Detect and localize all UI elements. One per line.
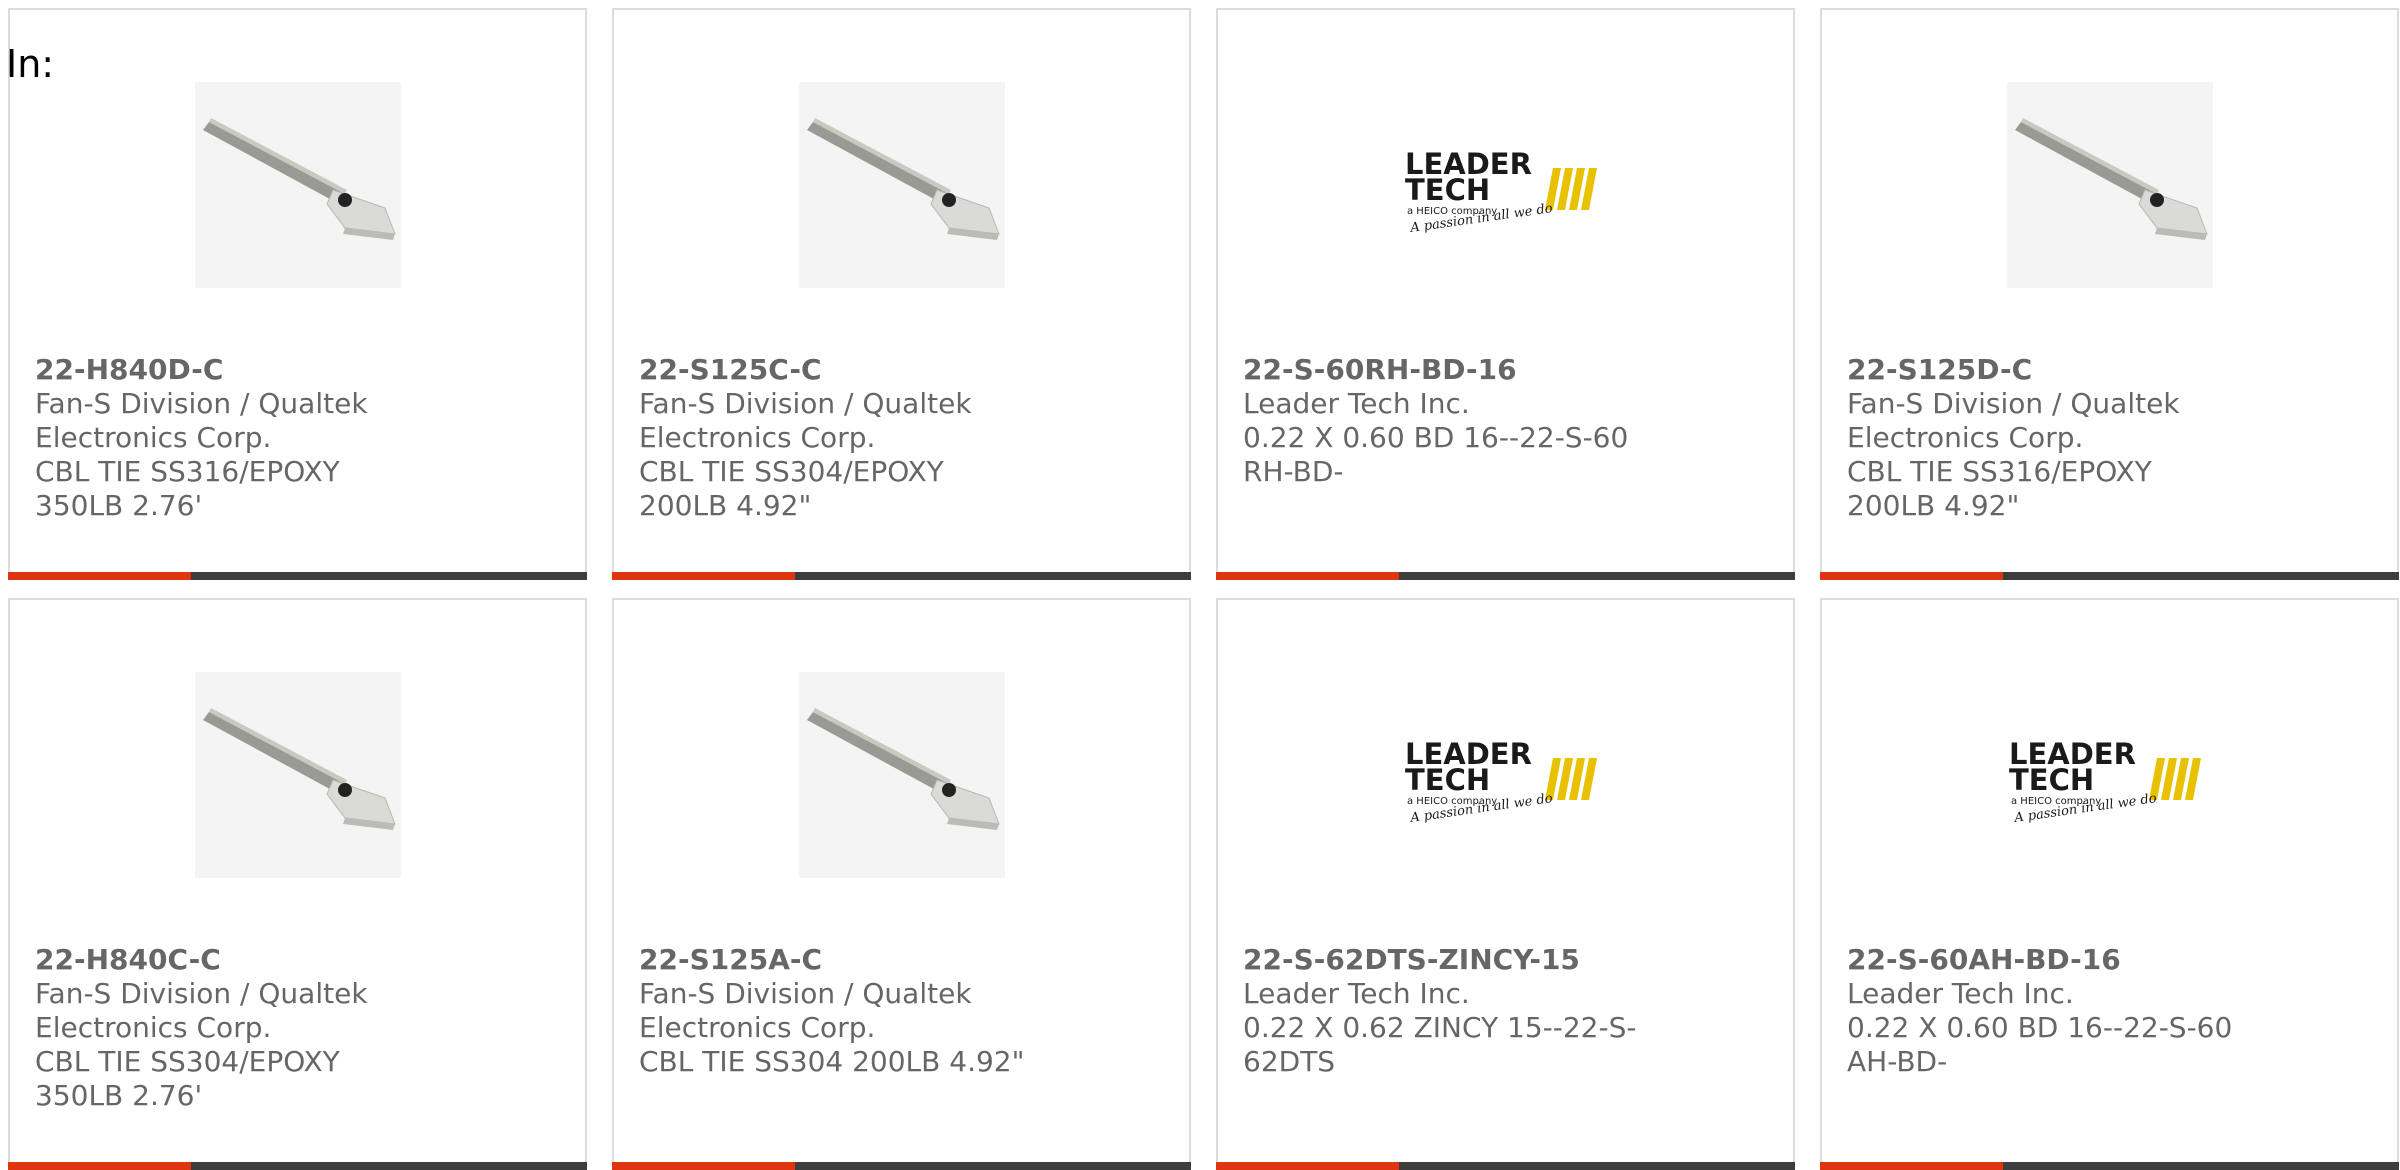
manufacturer: Leader Tech Inc.: [1243, 977, 1470, 1010]
product-image[interactable]: LEADER TECH a HEICO company A passion in…: [2007, 672, 2213, 878]
card-bottom-bar: [612, 572, 1191, 580]
description: CBL TIE SS304/EPOXY 350LB 2.76': [35, 1045, 340, 1112]
part-number[interactable]: 22-H840D-C: [35, 353, 455, 387]
product-card[interactable]: LEADER TECH a HEICO company A passion in…: [1216, 598, 1795, 1170]
part-number[interactable]: 22-S-60AH-BD-16: [1847, 943, 2267, 977]
product-image[interactable]: LEADER TECH a HEICO company A passion in…: [1403, 82, 1609, 288]
product-info: 22-H840D-C Fan-S Division / Qualtek Elec…: [35, 353, 455, 523]
leader-tech-logo: LEADER TECH a HEICO company A passion in…: [2007, 672, 2213, 878]
card-accent-bar: [1820, 572, 2003, 580]
manufacturer: Fan-S Division / Qualtek Electronics Cor…: [35, 387, 368, 454]
part-number[interactable]: 22-H840C-C: [35, 943, 455, 977]
description: CBL TIE SS316/EPOXY 350LB 2.76': [35, 455, 340, 522]
part-number[interactable]: 22-S125D-C: [1847, 353, 2267, 387]
product-image[interactable]: LEADER TECH a HEICO company A passion in…: [1403, 672, 1609, 878]
description: 0.22 X 0.60 BD 16--22-S-60AH-BD-: [1847, 1011, 2233, 1078]
manufacturer: Fan-S Division / Qualtek Electronics Cor…: [35, 977, 368, 1044]
card-accent-bar: [8, 572, 191, 580]
cable-tie-image: [195, 672, 401, 878]
card-accent-bar: [612, 1162, 795, 1170]
card-bottom-bar: [8, 572, 587, 580]
card-accent-bar: [8, 1162, 191, 1170]
description: CBL TIE SS304 200LB 4.92": [639, 1045, 1025, 1078]
card-bottom-bar: [1820, 1162, 2399, 1170]
product-image[interactable]: [799, 672, 1005, 878]
product-card[interactable]: 22-S125C-C Fan-S Division / Qualtek Elec…: [612, 8, 1191, 580]
product-image[interactable]: [195, 82, 401, 288]
product-card[interactable]: 22-H840C-C Fan-S Division / Qualtek Elec…: [8, 598, 587, 1170]
product-info: 22-S-60AH-BD-16 Leader Tech Inc. 0.22 X …: [1847, 943, 2267, 1079]
cable-tie-image: [799, 672, 1005, 878]
product-image[interactable]: [195, 672, 401, 878]
product-info: 22-S125C-C Fan-S Division / Qualtek Elec…: [639, 353, 1059, 523]
card-accent-bar: [1216, 572, 1399, 580]
product-card[interactable]: 22-S125D-C Fan-S Division / Qualtek Elec…: [1820, 8, 2399, 580]
cable-tie-image: [195, 82, 401, 288]
description: 0.22 X 0.62 ZINCY 15--22-S-62DTS: [1243, 1011, 1637, 1078]
description: CBL TIE SS316/EPOXY 200LB 4.92": [1847, 455, 2152, 522]
product-grid: 22-H840D-C Fan-S Division / Qualtek Elec…: [0, 0, 2400, 1170]
product-info: 22-H840C-C Fan-S Division / Qualtek Elec…: [35, 943, 455, 1113]
part-number[interactable]: 22-S-62DTS-ZINCY-15: [1243, 943, 1663, 977]
card-accent-bar: [1820, 1162, 2003, 1170]
product-card[interactable]: 22-S125A-C Fan-S Division / Qualtek Elec…: [612, 598, 1191, 1170]
part-number[interactable]: 22-S-60RH-BD-16: [1243, 353, 1663, 387]
product-card[interactable]: LEADER TECH a HEICO company A passion in…: [1216, 8, 1795, 580]
description: 0.22 X 0.60 BD 16--22-S-60RH-BD-: [1243, 421, 1629, 488]
manufacturer: Fan-S Division / Qualtek Electronics Cor…: [639, 387, 972, 454]
card-bottom-bar: [1216, 1162, 1795, 1170]
product-info: 22-S125A-C Fan-S Division / Qualtek Elec…: [639, 943, 1059, 1079]
card-bottom-bar: [1216, 572, 1795, 580]
card-bottom-bar: [612, 1162, 1191, 1170]
manufacturer: Fan-S Division / Qualtek Electronics Cor…: [639, 977, 972, 1044]
product-info: 22-S125D-C Fan-S Division / Qualtek Elec…: [1847, 353, 2267, 523]
part-number[interactable]: 22-S125C-C: [639, 353, 1059, 387]
logo-text-tech: TECH: [2009, 763, 2094, 797]
logo-text-tech: TECH: [1405, 173, 1490, 207]
cable-tie-image: [2007, 82, 2213, 288]
product-info: 22-S-62DTS-ZINCY-15 Leader Tech Inc. 0.2…: [1243, 943, 1663, 1079]
cable-tie-image: [799, 82, 1005, 288]
product-image[interactable]: [2007, 82, 2213, 288]
description: CBL TIE SS304/EPOXY 200LB 4.92": [639, 455, 944, 522]
product-info: 22-S-60RH-BD-16 Leader Tech Inc. 0.22 X …: [1243, 353, 1663, 489]
manufacturer: Leader Tech Inc.: [1243, 387, 1470, 420]
manufacturer: Leader Tech Inc.: [1847, 977, 2074, 1010]
card-accent-bar: [612, 572, 795, 580]
manufacturer: Fan-S Division / Qualtek Electronics Cor…: [1847, 387, 2180, 454]
part-number[interactable]: 22-S125A-C: [639, 943, 1059, 977]
product-card[interactable]: LEADER TECH a HEICO company A passion in…: [1820, 598, 2399, 1170]
card-bottom-bar: [1820, 572, 2399, 580]
product-card[interactable]: 22-H840D-C Fan-S Division / Qualtek Elec…: [8, 8, 587, 580]
product-image[interactable]: [799, 82, 1005, 288]
card-bottom-bar: [8, 1162, 587, 1170]
logo-text-tech: TECH: [1405, 763, 1490, 797]
leader-tech-logo: LEADER TECH a HEICO company A passion in…: [1403, 672, 1609, 878]
card-accent-bar: [1216, 1162, 1399, 1170]
leader-tech-logo: LEADER TECH a HEICO company A passion in…: [1403, 82, 1609, 288]
filter-label: In:: [6, 42, 55, 86]
